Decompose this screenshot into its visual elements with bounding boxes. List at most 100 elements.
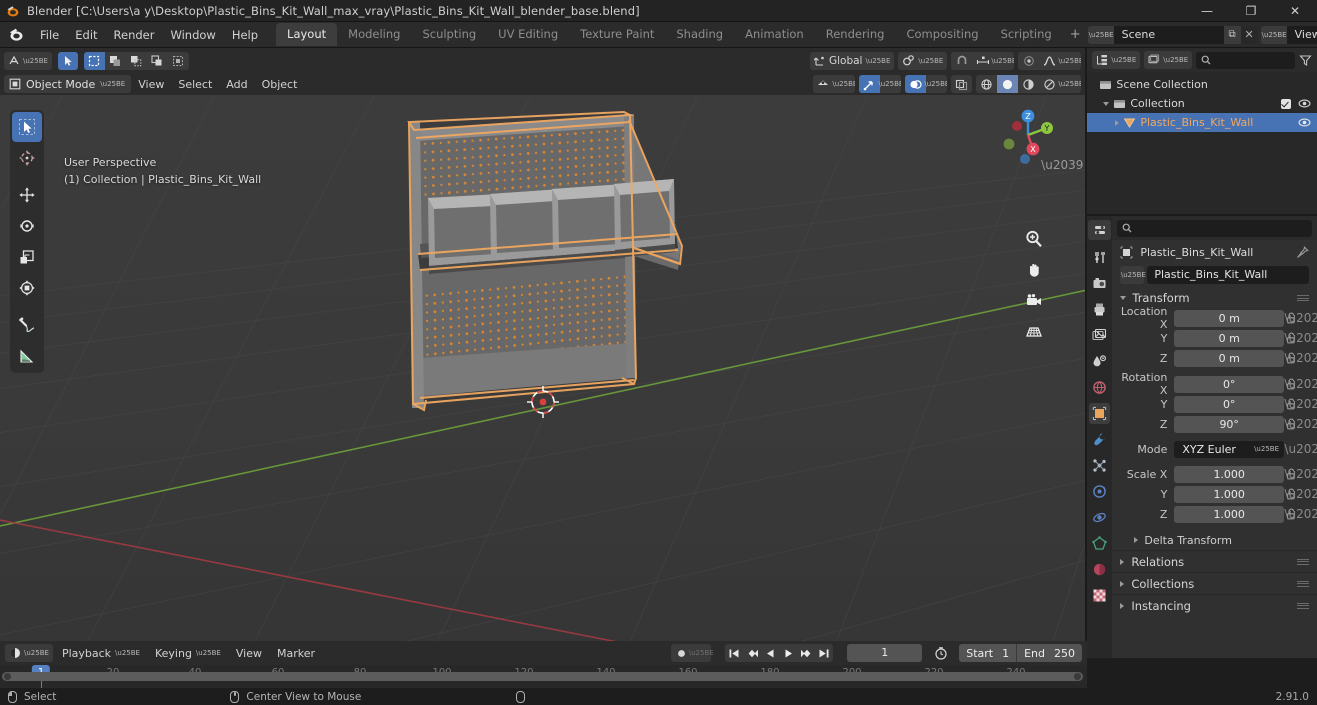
outliner-filter-icon[interactable] (1299, 54, 1312, 67)
new-scene-button[interactable]: ⧉ (1223, 25, 1241, 44)
scene-datablock[interactable]: \u25BE Scene ⧉ ✕ (1087, 25, 1258, 44)
tool-transform[interactable] (12, 273, 42, 303)
tool-annotate[interactable] (12, 310, 42, 340)
use-preview-range-icon[interactable] (934, 646, 948, 660)
viewport-menu-object[interactable]: Object (255, 76, 305, 93)
field-scale-x[interactable]: 1.000 (1174, 465, 1285, 483)
properties-tab-world[interactable] (1089, 377, 1110, 398)
visibility-group[interactable]: \u25BE (813, 75, 856, 93)
field-rotation-mode[interactable]: XYZ Euler \u25BE (1174, 440, 1285, 458)
timeline-editor-type-icon[interactable]: \u25BE (5, 644, 53, 662)
xray-toggle-icon[interactable] (951, 75, 973, 93)
box-select-icon[interactable] (83, 51, 105, 70)
next-keyframe-button[interactable] (797, 644, 815, 662)
difference-select-icon[interactable] (168, 52, 189, 70)
navigation-gizmo[interactable]: Y Z X (997, 104, 1059, 166)
outliner-display-mode-icon[interactable]: \u25BE (1144, 51, 1193, 69)
viewport-menu-select[interactable]: Select (171, 76, 219, 93)
object-datablock-icon[interactable]: \u25BE (1120, 266, 1146, 284)
viewport-menu-view[interactable]: View (131, 76, 171, 93)
pin-icon[interactable] (1296, 245, 1309, 259)
object-name-field[interactable]: Plastic_Bins_Kit_Wall (1147, 266, 1310, 284)
previous-keyframe-button[interactable] (743, 644, 761, 662)
properties-tab-physics[interactable] (1089, 481, 1110, 502)
tweak-select-button[interactable] (57, 51, 78, 70)
view-layer-name[interactable]: View Layer (1286, 25, 1317, 44)
zoom-icon[interactable] (1023, 228, 1045, 250)
proportional-edit-icon[interactable] (1018, 52, 1039, 70)
field-location-x[interactable]: 0 m (1174, 309, 1285, 327)
properties-tab-particles[interactable] (1089, 455, 1110, 476)
menu-window[interactable]: Window (162, 25, 223, 45)
animate-scale-z-icon[interactable]: \u2022 (1284, 507, 1317, 521)
object-mode-selector[interactable]: Object Mode \u25BE (4, 75, 132, 93)
menu-render[interactable]: Render (106, 25, 163, 45)
shading-rendered-icon[interactable] (1039, 75, 1060, 93)
object-visibility-icon[interactable] (813, 75, 834, 93)
outliner-row-plastic-bins-kit-wall[interactable]: Plastic_Bins_Kit_Wall (1087, 113, 1317, 132)
viewport-3d[interactable]: \u25BE Global \u25BE \u25BE \u25BE \u25B… (0, 48, 1086, 658)
play-button[interactable] (779, 644, 797, 662)
properties-tab-render[interactable] (1089, 273, 1110, 294)
field-scale-y[interactable]: 1.000 (1174, 485, 1285, 503)
properties-tab-constraints[interactable] (1089, 507, 1110, 528)
tool-move[interactable] (12, 180, 42, 210)
shading-solid-icon[interactable] (997, 75, 1019, 93)
properties-tab-material[interactable] (1089, 559, 1110, 580)
timeline-menu-keying[interactable]: Keying \u25BE (149, 645, 227, 662)
overlays-dropdown-icon[interactable]: \u25BE (924, 75, 947, 93)
magnet-icon[interactable] (951, 52, 972, 70)
shading-wireframe-icon[interactable] (976, 75, 997, 93)
menu-help[interactable]: Help (224, 25, 266, 45)
shading-material-preview-icon[interactable] (1018, 75, 1039, 93)
add-workspace-button[interactable]: + (1063, 25, 1088, 44)
workspace-tab-sculpting[interactable]: Sculpting (411, 23, 487, 46)
chevron-right-icon[interactable] (1134, 537, 1139, 543)
outliner-editor-type-icon[interactable]: \u25BE (1092, 51, 1141, 69)
field-location-z[interactable]: 0 m (1174, 349, 1285, 367)
animate-scale-y-icon[interactable]: \u2022 (1284, 487, 1317, 501)
tool-tweak[interactable] (12, 112, 42, 142)
end-frame-cell[interactable]: End 250 (1017, 644, 1082, 662)
workspace-tab-uv-editing[interactable]: UV Editing (487, 23, 569, 46)
gizmo-dropdown-icon[interactable]: \u25BE (878, 75, 901, 93)
field-rotation-x[interactable]: 0° (1174, 375, 1285, 393)
tool-cursor[interactable] (12, 143, 42, 173)
visibility-dropdown-icon[interactable]: \u25BE (832, 75, 855, 93)
pan-hand-icon[interactable] (1023, 259, 1045, 281)
snap-target-icon[interactable] (972, 52, 993, 70)
properties-search-input[interactable] (1117, 219, 1313, 237)
editor-type-selector[interactable]: \u25BE (4, 51, 52, 70)
auto-keying-dropdown-icon[interactable]: \u25BE (689, 644, 714, 662)
frame-range-group[interactable]: Start 1 End 250 (959, 644, 1082, 662)
outliner-search-input[interactable] (1196, 51, 1296, 69)
workspace-tab-scripting[interactable]: Scripting (990, 23, 1063, 46)
viewport-menu-add[interactable]: Add (219, 76, 254, 93)
extend-select-icon[interactable] (105, 52, 126, 70)
maximize-button[interactable]: ❐ (1229, 0, 1273, 22)
field-scale-z[interactable]: 1.000 (1174, 505, 1285, 523)
animate-location-x-icon[interactable]: \u2022 (1284, 311, 1317, 325)
minimize-button[interactable]: — (1185, 0, 1229, 22)
close-button[interactable]: ✕ (1273, 0, 1317, 22)
field-rotation-y[interactable]: 0° (1174, 395, 1285, 413)
timeline-menu-view[interactable]: View (230, 645, 268, 662)
animate-rotation-y-icon[interactable]: \u2022 (1284, 397, 1317, 411)
chevron-right-icon[interactable] (1120, 558, 1125, 565)
overlays-group[interactable]: \u25BE (905, 75, 948, 93)
scrollbar-handle-right[interactable] (1074, 673, 1081, 680)
camera-icon[interactable] (1023, 290, 1045, 312)
falloff-curve-icon[interactable] (1039, 52, 1060, 70)
view-layer-datablock[interactable]: \u25BE View Layer ⧉ ✕ (1260, 25, 1317, 44)
properties-tab-output[interactable] (1089, 299, 1110, 320)
intersect-select-icon[interactable] (147, 52, 168, 70)
unlink-scene-button[interactable]: ✕ (1241, 26, 1258, 44)
current-frame-field[interactable]: 1 (847, 644, 923, 662)
timeline-menu-playback[interactable]: Playback \u25BE (56, 645, 146, 662)
auto-keying-group[interactable]: \u25BE (671, 644, 714, 662)
workspace-tab-animation[interactable]: Animation (734, 23, 815, 46)
properties-tab-modifier[interactable] (1089, 429, 1110, 450)
falloff-dropdown-icon[interactable]: \u25BE (1058, 52, 1081, 70)
outliner-row-scene-collection[interactable]: Scene Collection (1087, 75, 1317, 94)
subtract-select-icon[interactable] (126, 52, 147, 70)
